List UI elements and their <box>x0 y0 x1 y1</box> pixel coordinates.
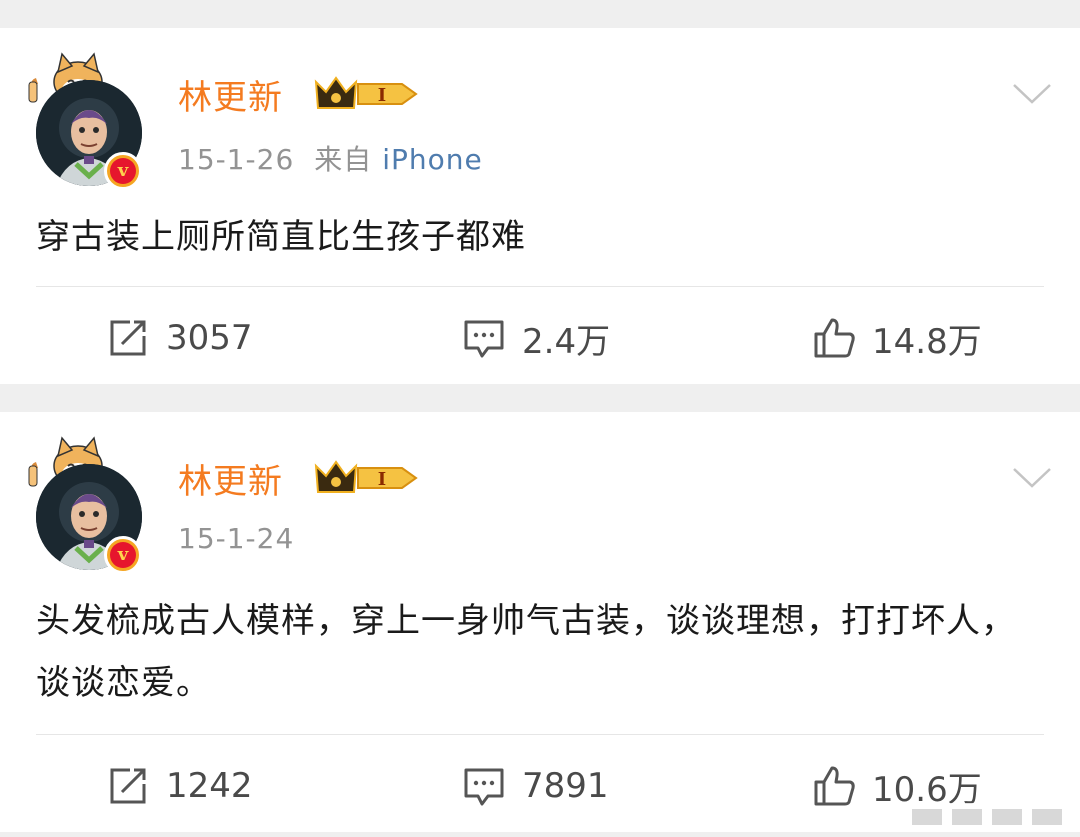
thumbs-up-icon <box>814 318 855 358</box>
divider <box>36 286 1044 287</box>
comment-icon <box>464 768 504 806</box>
post-card[interactable]: v 林更新 I 15-1-26 来自 iPhone 穿古装上厕所简直比生孩子都难 … <box>0 28 1080 384</box>
badge-level: I <box>378 469 386 490</box>
chevron-down-icon[interactable] <box>1012 466 1052 490</box>
comment-button[interactable]: 2.4万 <box>462 290 610 386</box>
repost-count: 1242 <box>166 766 253 806</box>
thumbs-up-icon <box>814 766 855 806</box>
username[interactable]: 林更新 <box>178 70 283 119</box>
avatar-group[interactable]: v <box>26 44 156 190</box>
post-meta: 15-1-26 来自 iPhone <box>178 138 483 178</box>
chevron-down-icon[interactable] <box>1012 82 1052 106</box>
comment-button[interactable]: 7891 <box>462 738 609 834</box>
post-date: 15-1-24 <box>178 522 295 555</box>
crown-level-badge-icon[interactable]: I <box>312 458 420 498</box>
avatar-group[interactable]: v <box>26 428 156 574</box>
post-content: 头发梳成古人模样，穿上一身帅气古装，谈谈理想，打打坏人，谈谈恋爱。 <box>36 601 1016 703</box>
like-count: 14.8万 <box>872 321 982 362</box>
repost-count: 3057 <box>166 318 253 358</box>
watermark-icon <box>902 803 1072 831</box>
post-content: 穿古装上厕所简直比生孩子都难 <box>36 217 526 257</box>
like-button[interactable]: 14.8万 <box>812 290 982 386</box>
weibo-feed: v 林更新 I 15-1-26 来自 iPhone 穿古装上厕所简直比生孩子都难 … <box>0 0 1080 837</box>
verified-badge-icon: v <box>104 152 142 190</box>
badge-level: I <box>378 85 386 106</box>
repost-button[interactable]: 1242 <box>106 738 253 834</box>
comment-count: 7891 <box>522 766 609 806</box>
repost-icon <box>110 320 146 356</box>
crown-level-badge-icon[interactable]: I <box>312 74 420 114</box>
repost-button[interactable]: 3057 <box>106 290 253 386</box>
comment-count: 2.4万 <box>522 321 611 362</box>
repost-icon <box>110 768 146 804</box>
comment-icon <box>464 320 504 358</box>
verified-badge-icon: v <box>104 536 142 574</box>
source-link[interactable]: iPhone <box>382 143 483 176</box>
post-card[interactable]: v 林更新 I 15-1-24 头发梳成古人模样，穿上一身帅气古装，谈谈理想，打… <box>0 412 1080 832</box>
source-label: 来自 <box>314 143 373 176</box>
post-date: 15-1-26 <box>178 143 295 176</box>
action-bar: 3057 2.4万 14.8万 <box>0 290 1080 386</box>
divider <box>36 734 1044 735</box>
post-meta: 15-1-24 <box>178 522 294 555</box>
username[interactable]: 林更新 <box>178 454 283 503</box>
